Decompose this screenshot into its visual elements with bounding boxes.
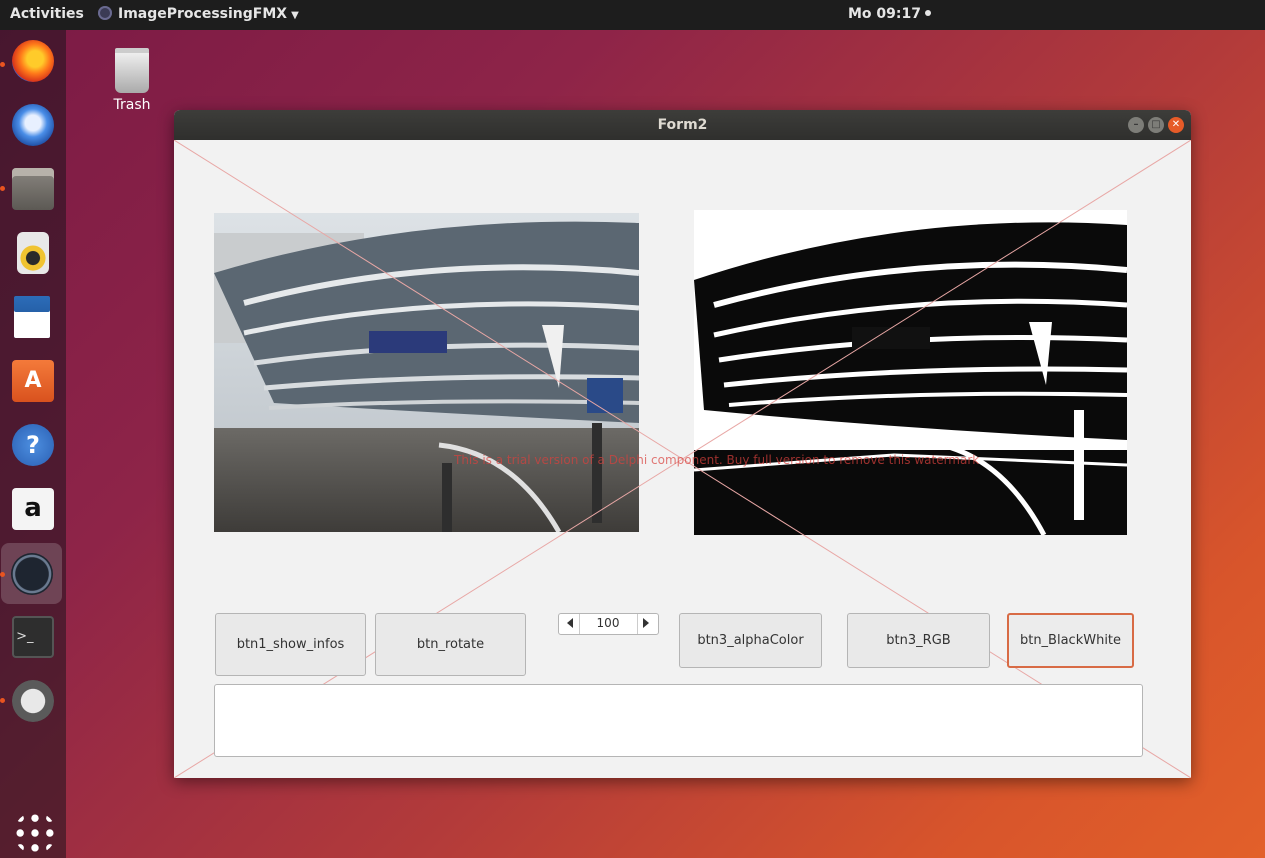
- dock-item-software[interactable]: A: [8, 358, 54, 404]
- dock-item-terminal[interactable]: >_: [8, 614, 54, 660]
- libreoffice-writer-icon: [14, 296, 50, 338]
- app-menu-label: ImageProcessingFMX: [118, 6, 288, 22]
- black-white-button[interactable]: btn_BlackWhite: [1007, 613, 1134, 668]
- minimize-icon[interactable]: –: [1128, 117, 1144, 133]
- watermark-text: This is a trial version of a Delphi comp…: [454, 453, 980, 467]
- increment-arrow-icon[interactable]: [643, 618, 649, 628]
- blackwhite-photo: [694, 210, 1127, 535]
- delphi-paserver-icon: [11, 553, 53, 595]
- top-bar: Activities ImageProcessingFMX ▼ Mo 09:17: [0, 0, 1265, 30]
- notification-dot-icon: [925, 10, 931, 16]
- alpha-color-button[interactable]: btn3_alphaColor: [679, 613, 822, 668]
- thunderbird-icon: [12, 104, 54, 146]
- dock-item-paserver[interactable]: [1, 543, 62, 604]
- clock[interactable]: Mo 09:17: [848, 6, 931, 22]
- show-apps-button[interactable]: [8, 810, 54, 856]
- software-center-icon: A: [12, 360, 54, 402]
- close-icon[interactable]: ✕: [1168, 117, 1184, 133]
- help-icon: ?: [12, 424, 54, 466]
- trash-label: Trash: [113, 97, 151, 113]
- desktop-trash[interactable]: Trash: [106, 48, 158, 113]
- app-icon: [98, 6, 112, 20]
- show-infos-button[interactable]: btn1_show_infos: [215, 613, 366, 676]
- rgb-button[interactable]: btn3_RGB: [847, 613, 990, 668]
- blackwhite-image: [694, 210, 1127, 535]
- spinbox-value[interactable]: 100: [579, 616, 637, 630]
- activities-button[interactable]: Activities: [10, 6, 84, 22]
- window-titlebar[interactable]: Form2 – □ ✕: [174, 110, 1191, 140]
- trash-icon: [115, 48, 149, 93]
- terminal-icon: >_: [12, 616, 54, 658]
- dock-item-writer[interactable]: [8, 294, 54, 340]
- show-apps-icon: [16, 814, 54, 852]
- dock-item-files[interactable]: [8, 166, 54, 212]
- dock-item-rhythmbox[interactable]: [8, 230, 54, 276]
- amazon-icon: a: [12, 488, 54, 530]
- original-photo: [214, 213, 639, 532]
- output-memo[interactable]: [214, 684, 1143, 757]
- files-icon: [12, 168, 54, 210]
- spinbox-divider: [637, 614, 638, 634]
- window-title: Form2: [657, 117, 708, 133]
- value-spinbox[interactable]: 100: [558, 613, 659, 635]
- decrement-arrow-icon[interactable]: [567, 618, 573, 628]
- dock-item-thunderbird[interactable]: [8, 102, 54, 148]
- dock-item-amazon[interactable]: a: [8, 486, 54, 532]
- dock-item-firefox[interactable]: [8, 38, 54, 84]
- dock-item-help[interactable]: ?: [8, 422, 54, 468]
- dock-item-updater[interactable]: [8, 678, 54, 724]
- rotate-button[interactable]: btn_rotate: [375, 613, 526, 676]
- chevron-down-icon: ▼: [291, 10, 299, 21]
- firefox-icon: [12, 40, 54, 82]
- app-window: Form2 – □ ✕ This is a trial version of a…: [174, 110, 1191, 778]
- clock-label: Mo 09:17: [848, 6, 921, 22]
- rhythmbox-icon: [17, 232, 49, 274]
- maximize-icon[interactable]: □: [1148, 117, 1164, 133]
- dock: A ? a >_: [0, 30, 66, 858]
- original-image: [214, 213, 639, 532]
- app-menu[interactable]: ImageProcessingFMX ▼: [98, 6, 299, 22]
- software-updater-icon: [12, 680, 54, 722]
